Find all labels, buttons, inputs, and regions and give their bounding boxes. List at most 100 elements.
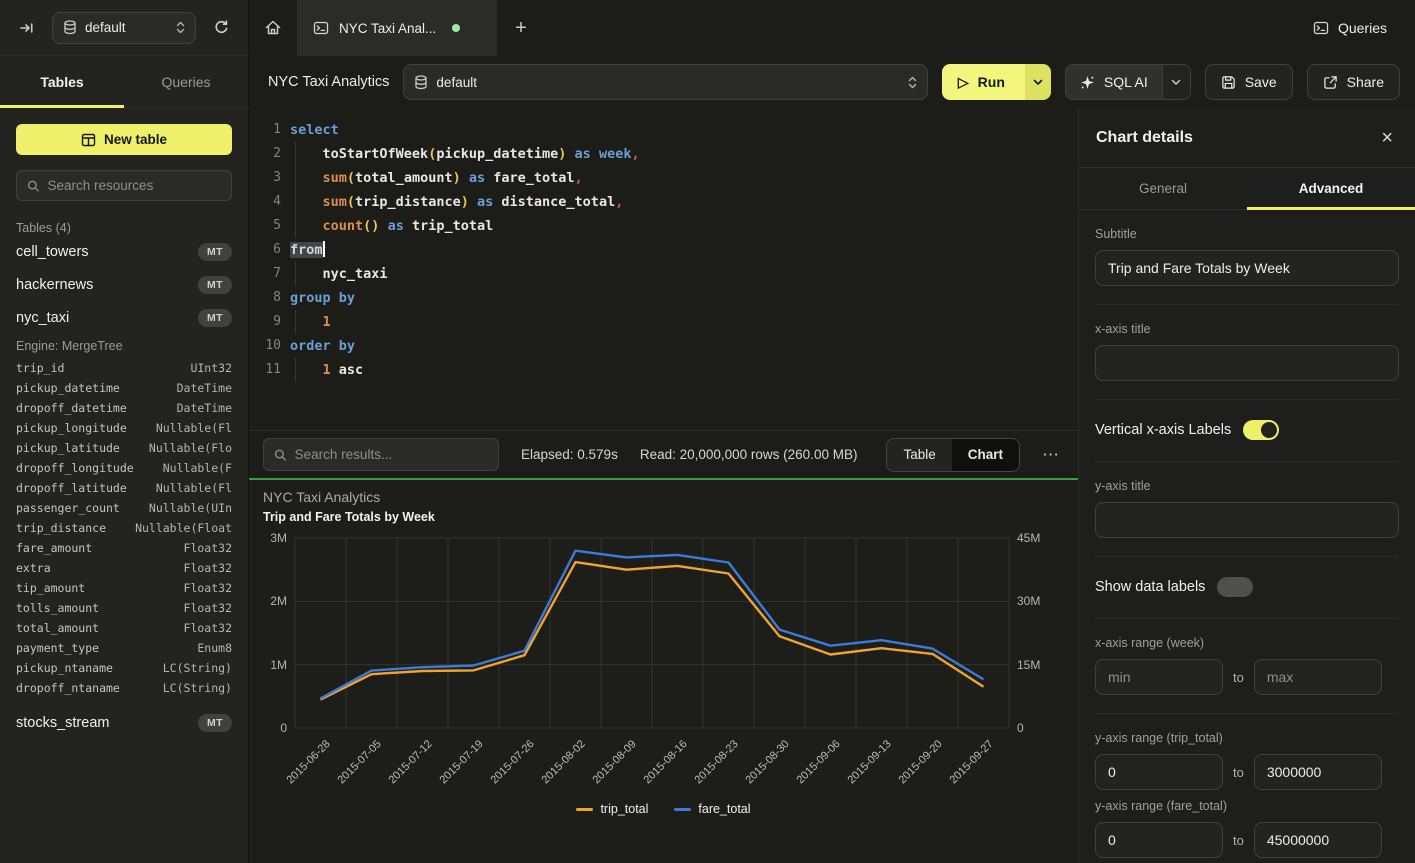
sidebar-tab-tables[interactable]: Tables bbox=[0, 56, 124, 107]
share-button[interactable]: Share bbox=[1307, 64, 1400, 100]
view-switcher: Table Chart bbox=[886, 438, 1020, 472]
table-name: stocks_stream bbox=[16, 715, 109, 731]
search-results-input[interactable] bbox=[295, 447, 488, 462]
run-label: Run bbox=[978, 74, 1005, 90]
line-number: 3 bbox=[249, 166, 281, 190]
run-options-caret[interactable] bbox=[1025, 64, 1051, 100]
editor-line[interactable]: 2 toStartOfWeek(pickup_datetime) as week… bbox=[249, 142, 1078, 166]
sql-ai-button[interactable]: SQL AI bbox=[1065, 64, 1191, 100]
vertical-labels-group: Vertical x-axis Labels bbox=[1095, 400, 1399, 462]
collapse-sidebar-icon[interactable] bbox=[12, 13, 42, 43]
yaxis-range1-min-input[interactable] bbox=[1095, 754, 1223, 790]
editor-line[interactable]: 4 sum(trip_distance) as distance_total, bbox=[249, 190, 1078, 214]
search-resources-input[interactable] bbox=[48, 178, 221, 193]
queries-button[interactable]: Queries bbox=[1313, 20, 1387, 36]
code-text: count() as trip_total bbox=[290, 214, 493, 238]
chart-legend: trip_total fare_total bbox=[249, 802, 1078, 816]
xaxis-title-input[interactable] bbox=[1095, 345, 1399, 381]
editor-line[interactable]: 6from bbox=[249, 238, 1078, 262]
column-row: trip_distanceNullable(Float bbox=[16, 518, 232, 538]
editor-line[interactable]: 8group by bbox=[249, 286, 1078, 310]
editor-line[interactable]: 7 nyc_taxi bbox=[249, 262, 1078, 286]
more-options-icon[interactable]: ⋯ bbox=[1042, 445, 1060, 465]
legend-item-fare_total[interactable]: fare_total bbox=[674, 802, 750, 816]
save-button[interactable]: Save bbox=[1205, 64, 1293, 100]
column-row: extraFloat32 bbox=[16, 558, 232, 578]
query-terminal-icon bbox=[313, 20, 329, 36]
indent-guide bbox=[295, 142, 296, 166]
panel-tabs: General Advanced bbox=[1079, 168, 1415, 210]
line-number: 2 bbox=[249, 142, 281, 166]
legend-swatch bbox=[674, 808, 691, 811]
tab-nyc-taxi-analytics[interactable]: NYC Taxi Anal... bbox=[297, 0, 497, 56]
database-icon bbox=[414, 75, 428, 90]
tab-advanced[interactable]: Advanced bbox=[1247, 168, 1415, 209]
editor-line[interactable]: 11 1 asc bbox=[249, 358, 1078, 382]
column-row: pickup_latitudeNullable(Flo bbox=[16, 438, 232, 458]
yaxis-range1-max-input[interactable] bbox=[1254, 754, 1382, 790]
table-row-stocks_stream[interactable]: stocks_streamMT bbox=[16, 706, 232, 739]
table-name: nyc_taxi bbox=[16, 310, 69, 326]
view-table-button[interactable]: Table bbox=[887, 439, 951, 471]
sql-ai-caret[interactable] bbox=[1162, 65, 1190, 99]
to-label: to bbox=[1233, 765, 1244, 780]
legend-item-trip_total[interactable]: trip_total bbox=[576, 802, 648, 816]
line-number: 6 bbox=[249, 238, 281, 262]
home-icon[interactable] bbox=[249, 0, 297, 56]
panel-body: Subtitle x-axis title Vertical x-axis La… bbox=[1079, 210, 1415, 863]
y-axis-tick-left: 0 bbox=[249, 721, 287, 735]
y-axis-tick-right: 45M bbox=[1017, 531, 1040, 545]
new-tab-button[interactable]: + bbox=[497, 0, 545, 56]
panel-title: Chart details bbox=[1096, 129, 1193, 147]
code-text: sum(trip_distance) as distance_total, bbox=[290, 190, 623, 214]
editor-line[interactable]: 3 sum(total_amount) as fare_total, bbox=[249, 166, 1078, 190]
vertical-labels-toggle[interactable] bbox=[1243, 420, 1279, 440]
sidebar-tab-queries[interactable]: Queries bbox=[124, 56, 248, 107]
close-icon[interactable]: × bbox=[1381, 128, 1393, 148]
yaxis-title-input[interactable] bbox=[1095, 502, 1399, 538]
indent-guide bbox=[295, 166, 296, 190]
database-icon bbox=[63, 20, 77, 35]
editor-line[interactable]: 5 count() as trip_total bbox=[249, 214, 1078, 238]
database-selector[interactable]: default bbox=[403, 64, 927, 100]
view-chart-button[interactable]: Chart bbox=[952, 439, 1019, 471]
engine-badge: MT bbox=[198, 309, 232, 327]
editor-line[interactable]: 9 1 bbox=[249, 310, 1078, 334]
show-data-labels-toggle[interactable] bbox=[1217, 577, 1253, 597]
new-table-button[interactable]: New table bbox=[16, 124, 232, 155]
table-row-hackernews[interactable]: hackernewsMT bbox=[16, 268, 232, 301]
code-text: nyc_taxi bbox=[290, 262, 388, 286]
column-row: tip_amountFloat32 bbox=[16, 578, 232, 598]
sql-editor[interactable]: 1select2 toStartOfWeek(pickup_datetime) … bbox=[249, 108, 1078, 430]
save-label: Save bbox=[1245, 74, 1277, 90]
xaxis-range-min-input[interactable] bbox=[1095, 659, 1223, 695]
y-axis-tick-left: 2M bbox=[249, 594, 287, 608]
table-row-cell_towers[interactable]: cell_towersMT bbox=[16, 235, 232, 268]
xaxis-range-max-input[interactable] bbox=[1254, 659, 1382, 695]
code-text: 1 bbox=[290, 310, 331, 334]
code-text: select bbox=[290, 118, 339, 142]
query-title: NYC Taxi Analytics bbox=[268, 74, 389, 90]
service-selector[interactable]: default bbox=[52, 12, 196, 44]
yaxis-range2-max-input[interactable] bbox=[1254, 822, 1382, 858]
column-row: pickup_ntanameLC(String) bbox=[16, 658, 232, 678]
y-axis-tick-left: 3M bbox=[249, 531, 287, 545]
editor-line[interactable]: 1select bbox=[249, 118, 1078, 142]
data-labels-group: Show data labels bbox=[1095, 557, 1399, 619]
refresh-icon[interactable] bbox=[206, 13, 236, 43]
sidebar: New table Tables (4) cell_towersMThacker… bbox=[0, 108, 249, 863]
column-row: dropoff_longitudeNullable(F bbox=[16, 458, 232, 478]
code-text: group by bbox=[290, 286, 355, 310]
y-axis-tick-right: 0 bbox=[1017, 721, 1024, 735]
text-cursor bbox=[323, 241, 325, 257]
tab-general[interactable]: General bbox=[1079, 168, 1247, 209]
yaxis-range2-min-input[interactable] bbox=[1095, 822, 1223, 858]
run-button[interactable]: ▷ Run bbox=[942, 64, 1051, 100]
table-row-nyc_taxi[interactable]: nyc_taxi MT bbox=[16, 301, 232, 334]
editor-line[interactable]: 10order by bbox=[249, 334, 1078, 358]
unsaved-changes-dot bbox=[452, 24, 460, 32]
subtitle-input[interactable] bbox=[1095, 250, 1399, 286]
sidebar-tabs: Tables Queries bbox=[0, 56, 249, 108]
save-icon bbox=[1221, 75, 1236, 90]
line-number: 4 bbox=[249, 190, 281, 214]
